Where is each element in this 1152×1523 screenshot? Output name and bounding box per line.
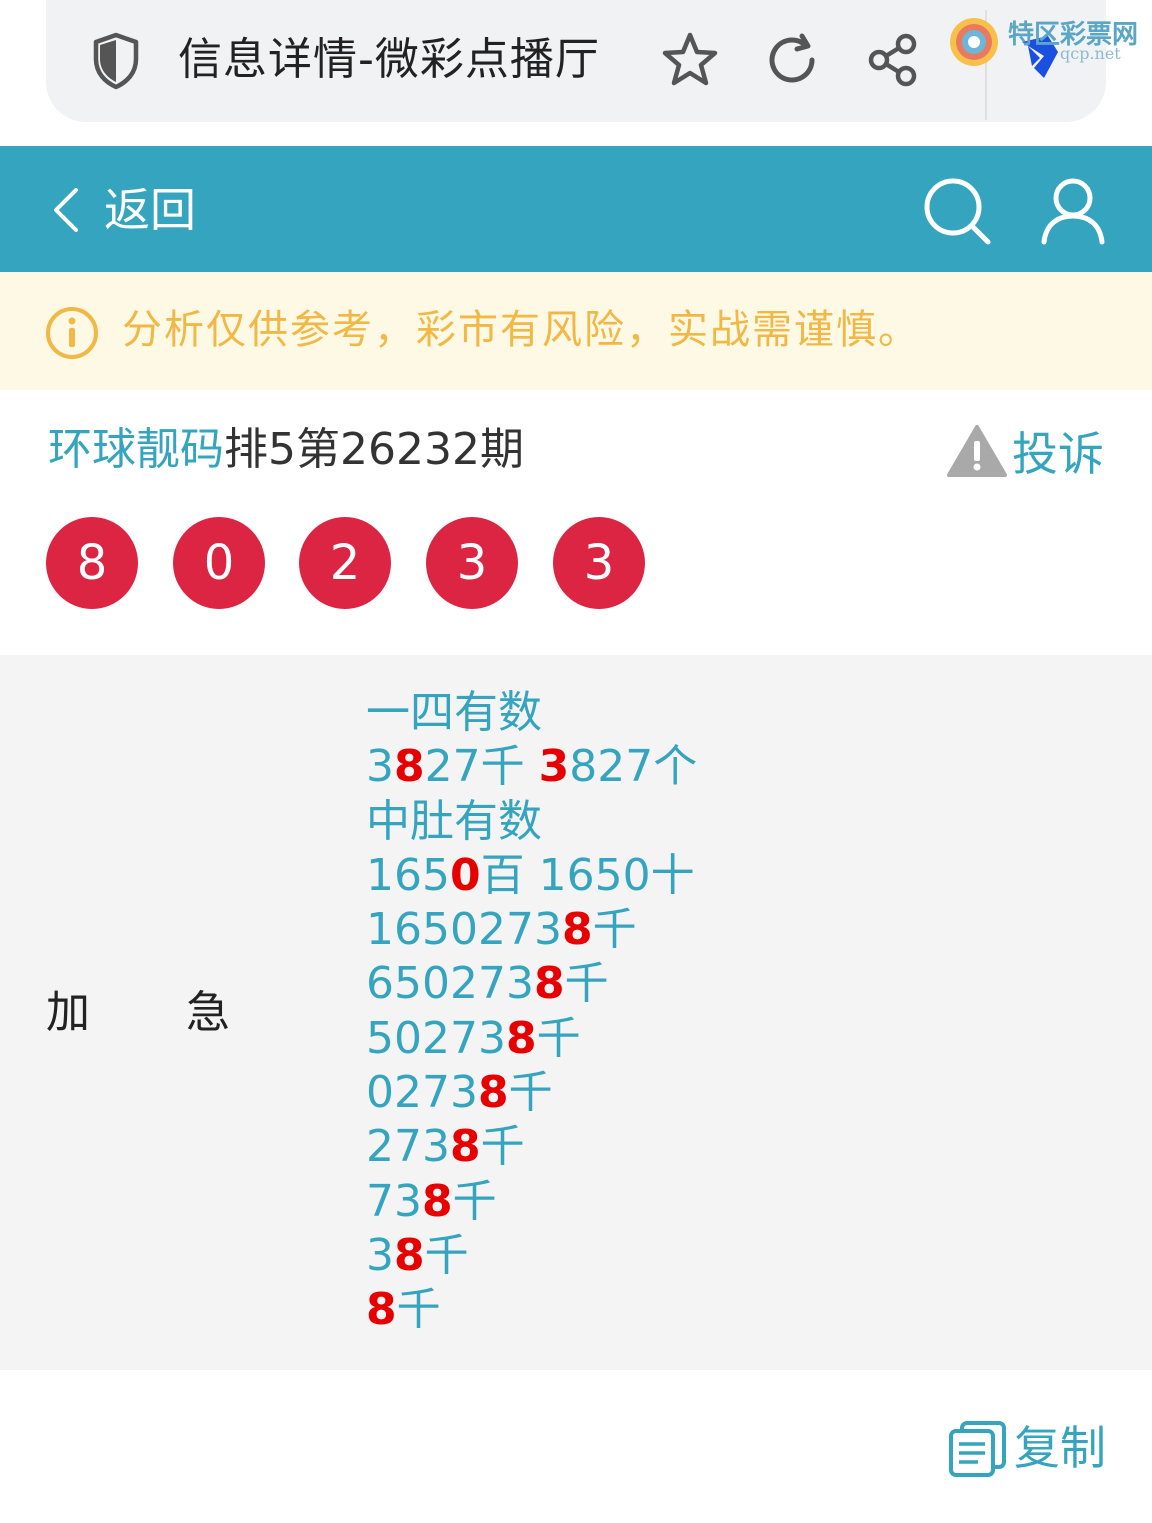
line-text: 百 1650十 [480, 849, 695, 901]
line-text: 3 [366, 741, 394, 793]
author-name-link[interactable]: 环球靓码 [48, 424, 224, 475]
line-text: 千 [508, 1067, 553, 1119]
content-line: 6502738千 [366, 957, 697, 1011]
info-icon [46, 307, 98, 359]
content-line: 中肚有数 [366, 795, 697, 849]
line-text: 3 [366, 1229, 394, 1281]
chevron-left-icon[interactable] [48, 186, 88, 234]
content-line: 502738千 [366, 1012, 697, 1066]
warning-triangle-icon[interactable] [946, 424, 1008, 478]
watermark-domain: qcp.net [1060, 44, 1121, 63]
post-title: 环球靓码排5第26232期 [48, 420, 524, 480]
line-text: 千 [424, 1229, 469, 1281]
copy-button[interactable]: 复制 [1014, 1418, 1106, 1478]
line-text: 0273 [366, 1067, 478, 1119]
content-line: 8千 [366, 1283, 697, 1337]
result-ball: 8 [46, 517, 138, 609]
line-text: 千 [536, 1012, 581, 1064]
content-line: 一四有数 [366, 686, 697, 740]
browser-page-title[interactable]: 信息详情-微彩点播厅 [178, 30, 600, 90]
content-line: 3827千 3827个 [366, 740, 697, 794]
highlighted-digit: 8 [449, 1121, 481, 1173]
highlighted-digit: 8 [533, 958, 565, 1010]
highlighted-digit: 8 [505, 1012, 537, 1064]
line-text: 73 [366, 1175, 422, 1227]
line-text: 千 [396, 1284, 441, 1336]
highlighted-digit: 8 [477, 1067, 509, 1119]
highlighted-digit: 3 [538, 741, 570, 793]
result-ball: 3 [553, 517, 645, 609]
search-icon[interactable] [922, 176, 992, 246]
content-line: 16502738千 [366, 903, 697, 957]
line-text: 50273 [366, 1012, 506, 1064]
line-text: 千 [452, 1175, 497, 1227]
line-text: 千 [480, 1121, 525, 1173]
content-line: 1650百 1650十 [366, 849, 697, 903]
highlighted-digit: 8 [561, 904, 593, 956]
back-button[interactable]: 返回 [104, 180, 196, 240]
copy-icon[interactable] [948, 1420, 1008, 1478]
urgent-tag-first-char: 加 [46, 987, 90, 1038]
share-icon[interactable] [864, 30, 924, 90]
content-line: 738千 [366, 1175, 697, 1229]
refresh-icon[interactable] [762, 30, 822, 90]
user-icon[interactable] [1038, 176, 1108, 246]
issue-title: 排5第26232期 [224, 424, 524, 475]
star-icon[interactable] [660, 30, 720, 90]
highlighted-digit: 8 [394, 741, 425, 793]
line-text: 165 [366, 849, 450, 901]
line-text: 中肚有数 [366, 795, 542, 847]
result-ball: 0 [173, 517, 265, 609]
urgent-tag-second-char: 急 [186, 987, 230, 1038]
line-text: 650273 [366, 958, 534, 1010]
content-line: 2738千 [366, 1120, 697, 1174]
risk-warning-text: 分析仅供参考，彩市有风险，实战需谨慎。 [122, 307, 920, 353]
line-text: 1650273 [366, 904, 562, 956]
line-text: 27千 [424, 741, 539, 793]
highlighted-digit: 0 [449, 849, 481, 901]
line-text: 千 [564, 958, 609, 1010]
line-text: 827个 [569, 741, 698, 793]
highlighted-digit: 8 [394, 1229, 425, 1281]
content-line: 38千 [366, 1229, 697, 1283]
highlighted-digit: 8 [422, 1175, 453, 1227]
report-button[interactable]: 投诉 [1012, 424, 1104, 484]
content-line: 02738千 [366, 1066, 697, 1120]
highlighted-digit: 8 [366, 1284, 397, 1336]
prediction-lines: 一四有数 3827千 3827个 中肚有数 1650百 1650十 16502738千 6… [366, 686, 697, 1338]
line-text: 千 [592, 904, 637, 956]
result-ball: 2 [299, 517, 391, 609]
result-ball: 3 [426, 517, 518, 609]
shield-icon[interactable] [92, 32, 140, 90]
line-text: 一四有数 [366, 687, 542, 738]
line-text: 273 [366, 1121, 450, 1173]
